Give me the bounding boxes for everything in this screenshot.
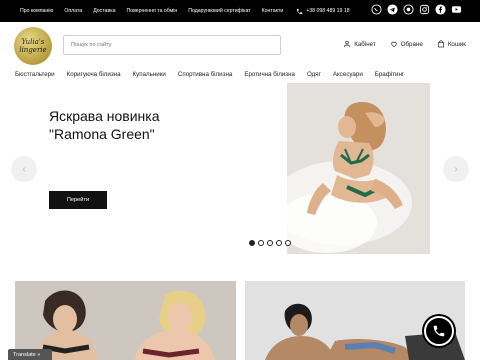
- telegram-icon[interactable]: [387, 4, 398, 15]
- chevron-right-icon: ›: [454, 163, 458, 175]
- hero-title-line1: Яскрава новинка: [49, 108, 160, 124]
- top-nav-about[interactable]: Про компанію: [20, 8, 53, 14]
- facebook-icon[interactable]: [435, 4, 446, 15]
- translate-widget[interactable]: Translate »: [8, 349, 52, 360]
- cart-label: Кошик: [447, 40, 466, 48]
- phone-number: +38 098 489 19 18: [306, 8, 350, 14]
- top-bar: Про компанію Оплата Доставка Повернення …: [0, 0, 480, 22]
- site-logo[interactable]: Yulia's lingerie: [14, 27, 52, 65]
- category-erotic[interactable]: Еротична білизна: [244, 71, 295, 78]
- youtube-icon[interactable]: [451, 4, 462, 15]
- slider-dot-1[interactable]: [249, 240, 255, 246]
- cabinet-label: Кабінет: [354, 40, 376, 48]
- category-nav: Бюстгальтери Коригуюча білизна Купальник…: [15, 71, 416, 78]
- category-bra-fitting[interactable]: Брафітинг: [375, 71, 404, 78]
- social-links: [371, 4, 462, 15]
- top-nav: Про компанію Оплата Доставка Повернення …: [20, 8, 294, 14]
- slider-dots: [249, 240, 291, 246]
- logo-text-line1: Yulia's: [21, 38, 45, 46]
- slider-dot-2[interactable]: [258, 240, 264, 246]
- chevron-left-icon: ‹: [22, 163, 26, 175]
- hero-title: Яскрава новинка "Ramona Green": [49, 107, 160, 143]
- hero-go-button[interactable]: Перейти: [49, 191, 107, 209]
- top-nav-payment[interactable]: Оплата: [64, 8, 82, 14]
- user-icon: [344, 41, 351, 48]
- slider-dot-5[interactable]: [285, 240, 291, 246]
- category-swimwear[interactable]: Купальники: [133, 71, 166, 78]
- phone-link[interactable]: +38 098 489 19 18: [296, 8, 350, 15]
- viber-icon[interactable]: [371, 4, 382, 15]
- cabinet-link[interactable]: Кабінет: [343, 40, 376, 48]
- cart-link[interactable]: Кошик: [437, 40, 466, 48]
- slider-next-button[interactable]: ›: [443, 156, 469, 182]
- hero-slider: Яскрава новинка "Ramona Green" Перейти ‹…: [0, 82, 480, 262]
- category-shapewear[interactable]: Коригуюча білизна: [67, 71, 121, 78]
- top-nav-contacts[interactable]: Контакти: [262, 8, 284, 14]
- shopping-bag-icon: [437, 40, 444, 48]
- hero-title-line2: "Ramona Green": [49, 126, 155, 142]
- top-nav-returns[interactable]: Повернення та обмін: [126, 8, 177, 14]
- logo-text-line2: lingerie: [19, 46, 47, 54]
- top-nav-delivery[interactable]: Доставка: [93, 8, 115, 14]
- favorites-link[interactable]: Обране: [390, 40, 423, 48]
- top-nav-gift-certificate[interactable]: Подарунковий сертифікат: [188, 8, 250, 14]
- whatsapp-icon[interactable]: [403, 4, 414, 15]
- call-back-button[interactable]: [424, 316, 454, 346]
- category-bras[interactable]: Бюстгальтери: [15, 71, 55, 78]
- slider-dot-4[interactable]: [276, 240, 282, 246]
- favorites-label: Обране: [400, 40, 423, 48]
- phone-icon: [433, 325, 445, 337]
- slider-prev-button[interactable]: ‹: [11, 156, 37, 182]
- promo-cards: [0, 281, 480, 360]
- site-header: Yulia's lingerie Кабінет Обране Кошик: [0, 22, 480, 68]
- instagram-icon[interactable]: [419, 4, 430, 15]
- category-sportswear[interactable]: Спортивна білизна: [178, 71, 232, 78]
- heart-icon: [391, 41, 397, 48]
- hero-image: [287, 83, 430, 254]
- category-clothing[interactable]: Одяг: [307, 71, 321, 78]
- header-actions: Кабінет Обране Кошик: [343, 40, 466, 48]
- slider-dot-3[interactable]: [267, 240, 273, 246]
- phone-icon: [297, 8, 303, 14]
- search-input[interactable]: [63, 35, 281, 55]
- category-accessories[interactable]: Аксесуари: [333, 71, 363, 78]
